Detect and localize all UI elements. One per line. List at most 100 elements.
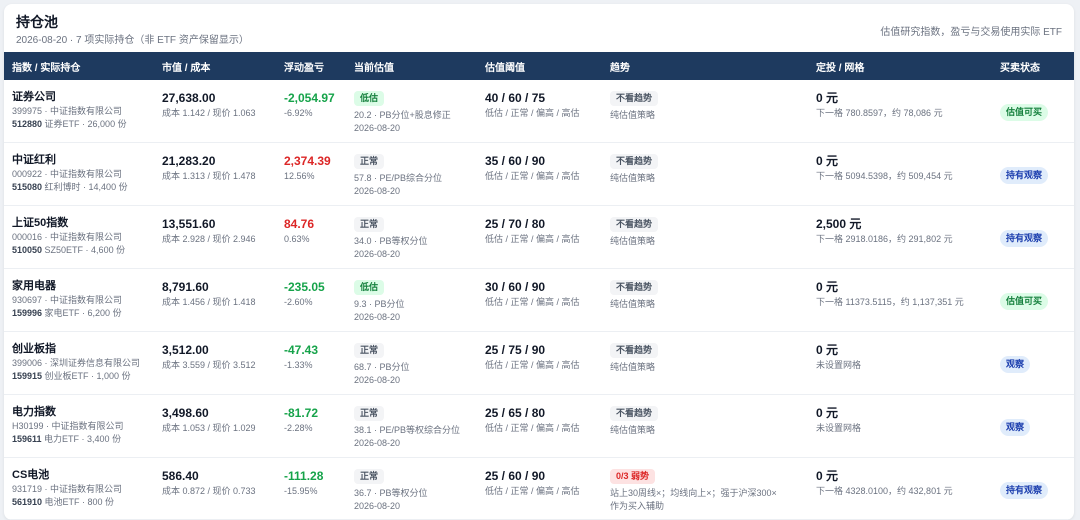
- valuation-detail: 36.7 · PB等权分位: [354, 487, 428, 498]
- trend-tag: 不看趋势: [610, 217, 659, 233]
- etf-code: 512880: [12, 119, 43, 129]
- valuation-tag: 正常: [354, 217, 385, 233]
- valuation-date: 2026-08-20: [354, 500, 401, 511]
- grid-info: 下一格 11373.5115，约 1,137,351 元: [816, 297, 964, 308]
- cell-trend: 不看趋势 纯估值策略: [602, 394, 808, 457]
- cell-status: 持有观察: [992, 206, 1074, 269]
- etf-code: 159915: [12, 370, 43, 381]
- threshold-values: 40 / 60 / 75: [485, 91, 546, 105]
- cell-threshold: 25 / 65 / 80 低估 / 正常 / 偏高 / 高估: [477, 394, 602, 457]
- cell-threshold: 25 / 70 / 80 低估 / 正常 / 偏高 / 高估: [477, 206, 602, 269]
- etf-holding: 561910 电池ETF · 800 份: [12, 496, 154, 508]
- column-header-market-value[interactable]: 市值 / 成本: [154, 52, 276, 80]
- threshold-legend: 低估 / 正常 / 偏高 / 高估: [485, 234, 580, 245]
- cell-trend: 0/3 弱势 站上30周线×；均线向上×；强于沪深300× 作为买入辅助: [602, 457, 808, 520]
- index-name: 中证红利: [12, 154, 56, 167]
- market-value: 3,512.00: [162, 342, 209, 357]
- table-row[interactable]: CS电池 931719 · 中证指数有限公司 561910 电池ETF · 80…: [4, 457, 1074, 520]
- trend-detail: 站上30周线×；均线向上×；强于沪深300×: [610, 487, 777, 498]
- index-name: 电力指数: [12, 405, 56, 418]
- cell-pnl: 84.76 0.63%: [276, 206, 346, 269]
- etf-detail: 家电ETF · 6,200 份: [42, 308, 122, 319]
- etf-code: 159611: [12, 433, 42, 444]
- etf-code: 159996: [12, 308, 43, 319]
- header-note: 估值研究指数，盈亏与交易使用实际 ETF: [880, 27, 1062, 38]
- pnl-value: -81.72: [284, 405, 319, 420]
- threshold-legend: 低估 / 正常 / 偏高 / 高估: [485, 108, 580, 118]
- cell-valuation: 正常 38.1 · PE/PB等权综合分位 2026-08-20: [346, 394, 477, 457]
- cost-price: 成本 1.142 / 现价 1.063: [162, 108, 256, 118]
- cell-valuation: 正常 34.0 · PB等权分位 2026-08-20: [346, 206, 477, 269]
- trade-status-badge[interactable]: 观察: [1000, 355, 1031, 373]
- invest-amount: 0 元: [816, 342, 839, 357]
- grid-info: 下一格 780.8597，约 78,086 元: [816, 108, 943, 118]
- pnl-percent: -1.33%: [284, 359, 313, 370]
- invest-amount: 0 元: [816, 468, 839, 483]
- cell-market-value: 27,638.00 成本 1.142 / 现价 1.063: [154, 80, 276, 143]
- trade-status-badge[interactable]: 估值可买: [1000, 104, 1049, 121]
- threshold-values: 30 / 60 / 90: [485, 280, 546, 295]
- trend-detail: 纯估值策略: [610, 173, 656, 184]
- etf-detail: 证券ETF · 26,000 份: [42, 119, 127, 129]
- table-row[interactable]: 家用电器 930697 · 中证指数有限公司 159996 家电ETF · 6,…: [4, 269, 1074, 332]
- pnl-percent: 12.56%: [284, 171, 315, 182]
- etf-holding: 510050 SZ50ETF · 4,600 份: [12, 244, 154, 256]
- cost-price: 成本 1.313 / 现价 1.478: [162, 171, 256, 182]
- threshold-values: 25 / 75 / 90: [485, 342, 546, 357]
- threshold-legend: 低估 / 正常 / 偏高 / 高估: [485, 485, 580, 496]
- market-value: 13,551.60: [162, 217, 216, 232]
- column-header-invest-grid[interactable]: 定投 / 网格: [808, 52, 992, 80]
- pnl-percent: -15.95%: [284, 485, 318, 496]
- trade-status-badge[interactable]: 持有观察: [1000, 230, 1049, 248]
- valuation-detail: 34.0 · PB等权分位: [354, 236, 428, 247]
- trend-detail: 纯估值策略: [610, 299, 656, 310]
- valuation-tag: 正常: [354, 405, 385, 421]
- index-code: 930697 · 中证指数有限公司: [12, 295, 123, 306]
- index-code: 399975 · 中证指数有限公司: [12, 106, 123, 116]
- table-row[interactable]: 上证50指数 000016 · 中证指数有限公司 510050 SZ50ETF …: [4, 206, 1074, 269]
- valuation-detail: 20.2 · PB分位+股息修正: [354, 110, 451, 120]
- cell-index: 家用电器 930697 · 中证指数有限公司 159996 家电ETF · 6,…: [4, 269, 154, 332]
- table-row[interactable]: 创业板指 399006 · 深圳证券信息有限公司 159915 创业板ETF ·…: [4, 331, 1074, 395]
- trade-status-badge[interactable]: 估值可买: [1000, 293, 1049, 311]
- market-value: 3,498.60: [162, 405, 209, 420]
- cell-status: 估值可买: [992, 80, 1074, 143]
- cell-pnl: -2,054.97 -6.92%: [276, 80, 346, 143]
- threshold-values: 35 / 60 / 90: [485, 154, 546, 169]
- table-row[interactable]: 证券公司 399975 · 中证指数有限公司 512880 证券ETF · 26…: [4, 80, 1074, 143]
- pnl-value: -235.05: [284, 280, 325, 295]
- etf-holding: 159915 创业板ETF · 1,000 份: [12, 370, 154, 382]
- trend-tag: 不看趋势: [610, 342, 659, 358]
- etf-code: 515080: [12, 182, 43, 193]
- cell-status: 持有观察: [992, 457, 1074, 520]
- column-header-pnl[interactable]: 浮动盈亏: [276, 52, 346, 80]
- cell-valuation: 正常 36.7 · PB等权分位 2026-08-20: [346, 457, 477, 520]
- threshold-values: 25 / 60 / 90: [485, 468, 546, 483]
- column-header-valuation[interactable]: 当前估值: [346, 52, 477, 80]
- index-code: 000922 · 中证指数有限公司: [12, 169, 123, 180]
- cell-pnl: 2,374.39 12.56%: [276, 143, 346, 206]
- valuation-tag: 正常: [354, 468, 385, 484]
- column-header-trend[interactable]: 趋势: [602, 52, 808, 80]
- grid-info: 未设置网格: [816, 422, 862, 433]
- grid-info: 下一格 4328.0100，约 432,801 元: [816, 485, 953, 496]
- table-row[interactable]: 电力指数 H30199 · 中证指数有限公司 159611 电力ETF · 3,…: [4, 394, 1074, 458]
- pnl-percent: -2.28%: [284, 422, 313, 433]
- etf-detail: 电池ETF · 800 份: [42, 496, 115, 507]
- column-header-status[interactable]: 买卖状态: [992, 52, 1074, 80]
- column-header-index[interactable]: 指数 / 实际持仓: [4, 52, 154, 80]
- cell-market-value: 13,551.60 成本 2.928 / 现价 2.946: [154, 206, 276, 269]
- trade-status-badge[interactable]: 持有观察: [1000, 167, 1049, 185]
- pnl-value: 84.76: [284, 217, 315, 232]
- cell-trend: 不看趋势 纯估值策略: [602, 206, 808, 269]
- cell-invest-grid: 0 元 未设置网格: [808, 394, 992, 457]
- cell-threshold: 40 / 60 / 75 低估 / 正常 / 偏高 / 高估: [477, 80, 602, 143]
- column-header-threshold[interactable]: 估值阈值: [477, 52, 602, 80]
- trade-status-badge[interactable]: 持有观察: [1000, 481, 1049, 499]
- etf-holding: 515080 红利博时 · 14,400 份: [12, 181, 154, 193]
- trend-detail: 纯估值策略: [610, 361, 656, 372]
- trade-status-badge[interactable]: 观察: [1000, 418, 1031, 436]
- threshold-legend: 低估 / 正常 / 偏高 / 高估: [485, 297, 580, 308]
- table-row[interactable]: 中证红利 000922 · 中证指数有限公司 515080 红利博时 · 14,…: [4, 143, 1074, 206]
- index-name: 证券公司: [12, 91, 56, 103]
